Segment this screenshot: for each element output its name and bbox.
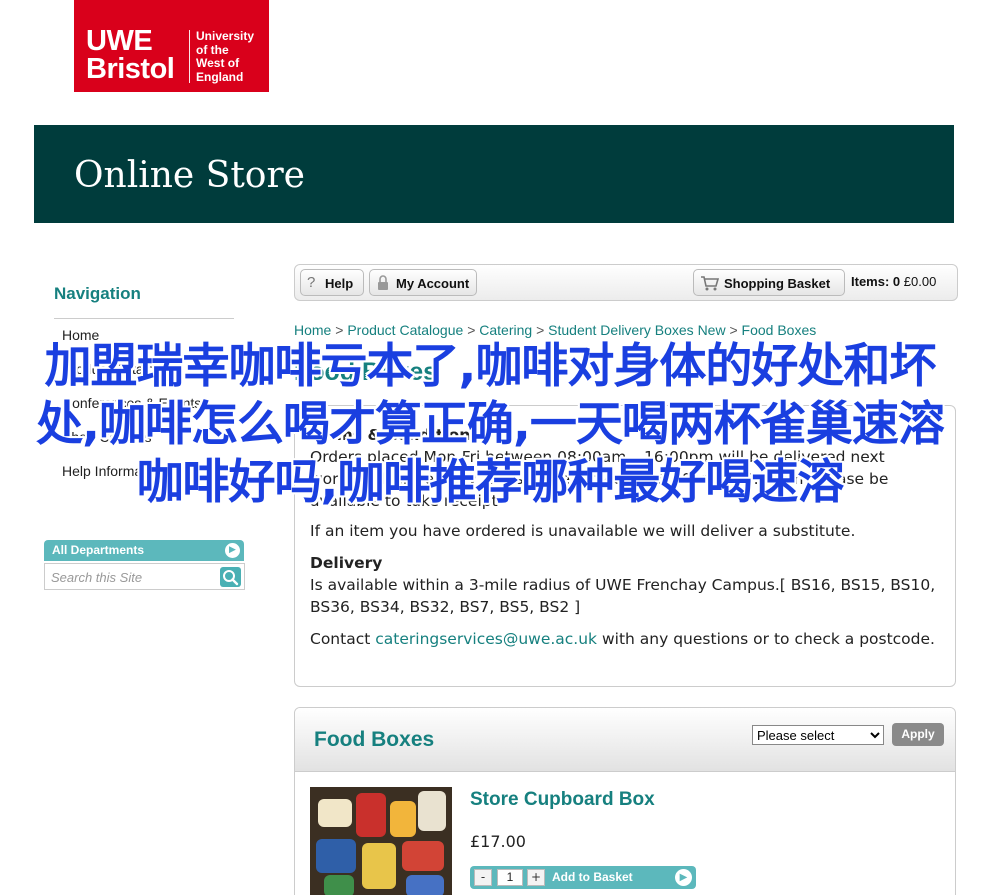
breadcrumb-separator: > <box>467 322 476 338</box>
search-icon <box>223 570 239 586</box>
logo-brand: UWE Bristol <box>86 25 175 85</box>
apply-button[interactable]: Apply <box>892 723 944 746</box>
items-count: 0 <box>892 274 901 289</box>
add-to-basket-bar: - 1 + Add to Basket ▶ <box>470 866 696 889</box>
logo-uni-line2: of the <box>196 42 229 57</box>
logo-uni-line1: University <box>196 29 255 43</box>
product-price: £17.00 <box>470 832 526 851</box>
navigation-divider <box>54 318 234 319</box>
navigation-heading: Navigation <box>54 284 141 303</box>
logo-uni-line3: West of <box>196 56 240 70</box>
logo-brand-line2: Bristol <box>86 53 175 85</box>
all-departments-button[interactable]: All Departments ▶ <box>44 540 244 561</box>
product-name[interactable]: Store Cupboard Box <box>470 789 655 811</box>
items-total: £0.00 <box>903 274 937 289</box>
logo-divider <box>189 30 190 83</box>
contact-section: Contact cateringservices@uwe.ac.uk with … <box>310 628 940 650</box>
help-label: Help <box>325 276 354 291</box>
basket-icon <box>700 274 720 292</box>
breadcrumb: Home > Product Catalogue > Catering > St… <box>294 322 816 338</box>
breadcrumb-separator: > <box>729 322 738 338</box>
uwe-logo[interactable]: UWE Bristol University of the West of En… <box>74 0 269 92</box>
overlay-banner-text: 加盟瑞幸咖啡亏本了,咖啡对身体的好处和坏处,咖啡怎么喝才算正确,一天喝两杯雀巢速… <box>36 339 945 510</box>
breadcrumb-product-catalogue[interactable]: Product Catalogue <box>347 322 463 338</box>
delivery-heading: Delivery <box>310 554 383 572</box>
delivery-text: Is available within a 3-mile radius of U… <box>310 576 936 616</box>
quantity-input[interactable]: 1 <box>497 869 523 886</box>
add-to-basket-button[interactable]: Add to Basket <box>552 870 633 884</box>
help-button[interactable]: ? Help <box>300 269 364 296</box>
logo-uni-line4: England <box>196 69 244 84</box>
shopping-basket-button[interactable]: Shopping Basket <box>693 269 845 296</box>
all-departments-label: All Departments <box>52 543 145 557</box>
shopping-basket-label: Shopping Basket <box>724 276 831 291</box>
breadcrumb-food-boxes[interactable]: Food Boxes <box>742 322 817 338</box>
quantity-decrease-button[interactable]: - <box>474 869 492 886</box>
product-listing-panel: Food Boxes Please select Apply Store Cup… <box>294 707 956 895</box>
basket-summary: Items: 0 £0.00 <box>851 274 936 289</box>
lock-icon <box>376 274 390 292</box>
search-button[interactable] <box>220 567 241 587</box>
question-icon: ? <box>307 274 316 291</box>
items-label: Items: <box>851 274 890 289</box>
my-account-label: My Account <box>396 276 470 291</box>
quantity-increase-button[interactable]: + <box>527 869 545 886</box>
contact-email-link[interactable]: cateringservices@uwe.ac.uk <box>375 630 597 648</box>
logo-brand-line1: UWE <box>86 25 153 57</box>
store-banner: Online Store <box>34 125 954 223</box>
logo-university-text: University of the West of England <box>196 29 255 84</box>
listing-header: Food Boxes Please select Apply <box>295 708 955 772</box>
breadcrumb-catering[interactable]: Catering <box>479 322 532 338</box>
breadcrumb-separator: > <box>536 322 545 338</box>
account-toolbar: ? Help My Account Shopping Basket Items:… <box>294 264 958 301</box>
search-input[interactable] <box>51 568 219 586</box>
contact-suffix: with any questions or to check a postcod… <box>601 630 935 648</box>
delivery-section: Delivery Is available within a 3-mile ra… <box>310 552 940 618</box>
breadcrumb-student-delivery-boxes[interactable]: Student Delivery Boxes New <box>548 322 725 338</box>
substitute-text: If an item you have ordered is unavailab… <box>310 522 856 540</box>
chevron-right-icon[interactable]: ▶ <box>675 869 692 886</box>
breadcrumb-home[interactable]: Home <box>294 322 331 338</box>
my-account-button[interactable]: My Account <box>369 269 477 296</box>
product-image[interactable] <box>310 787 452 895</box>
site-search <box>44 563 245 590</box>
sort-select[interactable]: Please select <box>752 725 884 745</box>
banner-title: Online Store <box>74 155 305 196</box>
chevron-right-icon: ▶ <box>225 543 240 558</box>
contact-prefix: Contact <box>310 630 371 648</box>
breadcrumb-separator: > <box>335 322 344 338</box>
listing-title: Food Boxes <box>314 728 435 751</box>
